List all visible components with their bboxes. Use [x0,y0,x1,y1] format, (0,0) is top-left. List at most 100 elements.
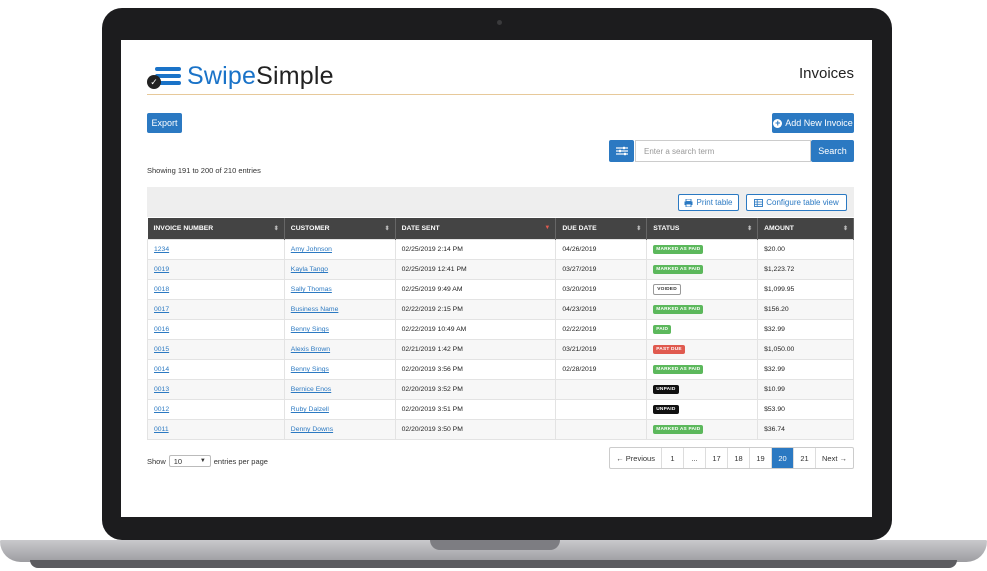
entries-per-page-control: Show 10 ▼ entries per page [147,455,268,467]
invoice-number-link[interactable]: 0014 [154,366,169,373]
column-header-due-date[interactable]: DUE DATE ⬍ [555,218,648,240]
table-row[interactable]: 0015 Alexis Brown 02/21/2019 1:42 PM 03/21/… [147,339,854,360]
cell-amount: $53.90 [757,399,854,420]
cell-status: MARKED AS PAID [646,419,759,440]
cell-amount: $10.99 [757,379,854,400]
add-new-invoice-label: Add New Invoice [785,118,853,128]
customer-link[interactable]: Sally Thomas [291,286,332,293]
cell-date-sent: 02/25/2019 9:49 AM [394,279,557,300]
cell-invoice-number: 0011 [147,419,285,440]
filter-sliders-button[interactable] [609,140,634,162]
table-row[interactable]: 0011 Denny Downs 02/20/2019 3:50 PM MARKED … [147,419,854,440]
export-button[interactable]: Export [147,113,182,133]
search-button[interactable]: Search [811,140,854,162]
search-input[interactable] [635,140,811,162]
laptop-base-shadow [30,560,957,568]
cell-customer: Sally Thomas [283,279,396,300]
page-19-button[interactable]: 19 [748,448,771,468]
camera [497,20,502,25]
table-grid-icon [754,198,764,207]
invoice-number-link[interactable]: 0013 [154,386,169,393]
invoice-number-link[interactable]: 0017 [154,306,169,313]
cell-due-date: 04/23/2019 [555,299,648,320]
table-header-row: INVOICE NUMBER ⬍ CUSTOMER ⬍ DATE SENT ▼ DUE… [147,218,854,240]
next-page-button[interactable]: Next → [814,448,853,468]
cell-status: MARKED AS PAID [646,359,759,380]
brand-logo: ✓ SwipeSimple [147,62,334,91]
column-header-customer[interactable]: CUSTOMER ⬍ [284,218,396,240]
column-header-amount[interactable]: AMOUNT ⬍ [757,218,854,240]
cell-invoice-number: 0013 [147,379,285,400]
column-header-status[interactable]: STATUS ⬍ [646,218,759,240]
table-row[interactable]: 0017 Business Name 02/22/2019 2:15 PM 04/23… [147,299,854,320]
column-header-date-sent[interactable]: DATE SENT ▼ [395,218,557,240]
customer-link[interactable]: Business Name [291,306,339,313]
page-title: Invoices [798,65,854,82]
printer-icon [684,198,693,207]
cell-customer: Business Name [283,299,396,320]
show-label: Show [147,456,166,466]
cell-invoice-number: 0012 [147,399,285,420]
cell-invoice-number: 0015 [147,339,285,360]
cell-customer: Benny Sings [283,359,396,380]
customer-link[interactable]: Bernice Enos [291,386,331,393]
invoice-number-link[interactable]: 1234 [154,246,169,253]
page-1-button[interactable]: 1 [660,448,683,468]
pagination-ellipsis: ... [682,448,705,468]
entries-per-page-select[interactable]: 10 ▼ [168,455,211,467]
cell-customer: Bernice Enos [283,379,396,400]
invoice-number-link[interactable]: 0018 [154,286,169,293]
cell-amount: $1,099.95 [757,279,854,300]
cell-due-date [555,379,648,400]
customer-link[interactable]: Alexis Brown [291,346,330,353]
cell-due-date: 03/27/2019 [555,259,648,280]
status-badge: MARKED AS PAID [653,305,704,314]
brand-name: SwipeSimple [187,62,334,91]
cell-date-sent: 02/22/2019 10:49 AM [394,319,557,340]
page-21-button[interactable]: 21 [792,448,815,468]
cell-customer: Benny Sings [283,319,396,340]
status-badge: MARKED AS PAID [653,365,704,374]
invoice-number-link[interactable]: 0015 [154,346,169,353]
chevron-down-icon: ▼ [199,458,206,464]
configure-table-view-button[interactable]: Configure table view [746,194,847,211]
cell-date-sent: 02/20/2019 3:50 PM [394,419,557,440]
column-header-label: DUE DATE [562,225,597,232]
invoice-number-link[interactable]: 0016 [154,326,169,333]
cell-date-sent: 02/25/2019 12:41 PM [394,259,557,280]
table-row[interactable]: 0012 Ruby Dalzell 02/20/2019 3:51 PM UNPAID… [147,399,854,420]
table-row[interactable]: 1234 Amy Johnson 02/25/2019 2:14 PM 04/26/2… [147,239,854,260]
table-row[interactable]: 0014 Benny Sings 02/20/2019 3:56 PM 02/28/2… [147,359,854,380]
invoice-number-link[interactable]: 0019 [154,266,169,273]
invoice-number-link[interactable]: 0012 [154,406,169,413]
page-18-button[interactable]: 18 [726,448,749,468]
column-header-invoice-number[interactable]: INVOICE NUMBER ⬍ [147,218,285,240]
print-table-button[interactable]: Print table [678,194,739,211]
table-row[interactable]: 0018 Sally Thomas 02/25/2019 9:49 AM 03/20/… [147,279,854,300]
table-row[interactable]: 0016 Benny Sings 02/22/2019 10:49 AM 02/22/… [147,319,854,340]
cell-date-sent: 02/21/2019 1:42 PM [394,339,557,360]
entries-per-page-label: entries per page [213,456,268,466]
cell-due-date: 03/21/2019 [555,339,648,360]
page-20-button[interactable]: 20 [770,448,793,468]
customer-link[interactable]: Benny Sings [291,366,329,373]
customer-link[interactable]: Benny Sings [291,326,329,333]
table-row[interactable]: 0013 Bernice Enos 02/20/2019 3:52 PM UNPAID… [147,379,854,400]
page-17-button[interactable]: 17 [704,448,727,468]
status-badge: UNPAID [653,405,679,414]
cell-due-date: 03/20/2019 [555,279,648,300]
cell-invoice-number: 1234 [147,239,285,260]
sort-icon: ⬍ [747,226,753,232]
customer-link[interactable]: Kayla Tango [291,266,328,273]
add-new-invoice-button[interactable]: + Add New Invoice [772,113,854,133]
status-badge: UNPAID [653,385,679,394]
customer-link[interactable]: Amy Johnson [291,246,332,253]
invoice-number-link[interactable]: 0011 [154,426,169,433]
customer-link[interactable]: Denny Downs [291,426,333,433]
customer-link[interactable]: Ruby Dalzell [291,406,329,413]
plus-circle-icon: + [773,117,783,128]
table-row[interactable]: 0019 Kayla Tango 02/25/2019 12:41 PM 03/27/… [147,259,854,280]
previous-page-button[interactable]: ← Previous [610,448,661,468]
cell-status: UNPAID [646,379,759,400]
cell-status: MARKED AS PAID [646,299,759,320]
